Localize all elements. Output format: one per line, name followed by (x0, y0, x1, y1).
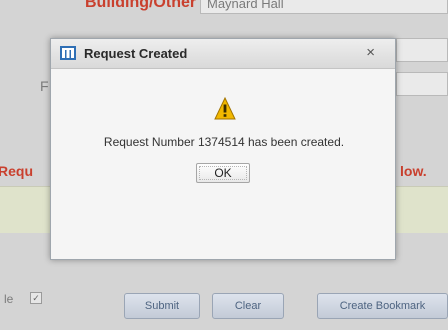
building-field[interactable]: Maynard Hall (200, 0, 448, 14)
dialog-titlebar[interactable]: Request Created × (51, 39, 395, 69)
submit-button[interactable]: Submit (124, 293, 200, 319)
building-label: Building/Other (85, 0, 197, 11)
field-label-fragment: F (40, 78, 49, 94)
request-notice-right: low. (400, 163, 427, 179)
request-created-dialog: Request Created × Request Number 1374514… (50, 38, 396, 260)
side-input-1[interactable] (396, 38, 448, 62)
create-bookmark-button[interactable]: Create Bookmark (317, 293, 448, 319)
clear-button[interactable]: Clear (212, 293, 284, 319)
dialog-title: Request Created (84, 46, 188, 61)
side-input-2[interactable] (396, 72, 448, 96)
app-icon (60, 46, 76, 60)
dialog-message: Request Number 1374514 has been created. (103, 135, 345, 149)
warning-icon (214, 97, 236, 120)
ok-button[interactable]: OK (196, 163, 250, 183)
close-icon[interactable]: × (366, 44, 375, 61)
checkbox-label: le (4, 292, 14, 306)
option-checkbox[interactable]: ✓ (30, 292, 42, 304)
request-notice-left: Requ (0, 163, 33, 179)
